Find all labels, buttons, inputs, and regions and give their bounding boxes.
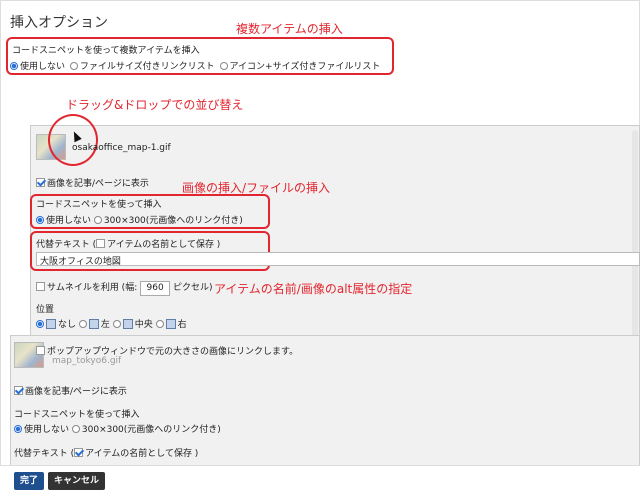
item-filename: osakaoffice_map-1.gif (72, 143, 171, 153)
cancel-button[interactable]: キャンセル (48, 472, 106, 490)
snippet-option-none-2[interactable]: 使用しない (14, 425, 69, 435)
checkbox-icon[interactable] (36, 282, 45, 291)
scrollbar[interactable] (632, 130, 638, 370)
annotation-dragdrop: ドラッグ&ドロップでの並び替え (66, 98, 244, 112)
radio-icon (155, 320, 164, 328)
radio-icon (78, 320, 87, 328)
snippet-option-300-2[interactable]: 300×300(元画像へのリンク付き) (71, 425, 221, 435)
done-button[interactable]: 完了 (14, 472, 45, 490)
thumbnail-option: サムネイルを利用 (幅: 960 ピクセル) (36, 280, 213, 296)
position-none-icon (46, 319, 56, 329)
radio-icon (71, 425, 80, 433)
position-options: なし 左 中央 右 (36, 317, 187, 330)
show-image-option-2[interactable]: 画像を記事/ページに表示 (14, 384, 127, 397)
radio-icon (10, 62, 18, 70)
radio-icon (112, 320, 121, 328)
checkbox-icon (74, 448, 84, 457)
alt-text-input[interactable]: 大阪オフィスの地図 (36, 252, 640, 267)
annotation-alt: アイテムの名前/画像のalt属性の指定 (214, 282, 413, 296)
radio-icon (93, 216, 102, 224)
radio-icon (36, 320, 44, 328)
multi-option-link-list[interactable]: ファイルサイズ付きリンクリスト (69, 62, 215, 72)
position-center[interactable]: 中央 (112, 319, 153, 330)
alt-text-label: 代替テキスト (アイテムの名前として保存 ) (36, 239, 221, 250)
dialog-title: 挿入オプション (10, 15, 108, 31)
position-label: 位置 (36, 305, 55, 315)
show-image-option[interactable]: 画像を記事/ページに表示 (36, 176, 149, 189)
position-none[interactable]: なし (36, 319, 76, 330)
alt-save-as-name-2[interactable]: アイテムの名前として保存 ) (74, 448, 198, 459)
thumbnail-width-input[interactable]: 960 (140, 281, 171, 296)
multi-option-none[interactable]: 使用しない (10, 62, 65, 72)
snippet-label: コードスニペットを使って挿入 (36, 200, 162, 210)
position-left[interactable]: 左 (78, 319, 110, 330)
multi-insert-options: 使用しない ファイルサイズ付きリンクリスト アイコン+サイズ付きファイルリスト (10, 59, 380, 72)
checkbox-icon (36, 346, 45, 355)
alt-save-as-name[interactable]: アイテムの名前として保存 ) (96, 239, 220, 250)
snippet-option-none[interactable]: 使用しない (36, 216, 91, 226)
multi-insert-label: コードスニペットを使って複数アイテムを挿入 (12, 46, 200, 56)
checkbox-icon (96, 239, 106, 248)
radio-icon (14, 425, 22, 433)
annotation-multi: 複数アイテムの挿入 (236, 22, 343, 36)
alt-text-label-2: 代替テキスト (アイテムの名前として保存 ) (14, 448, 199, 459)
item-2-filename: map_tokyo6.gif (52, 356, 122, 366)
align-right-icon (165, 319, 176, 329)
radio-icon (69, 62, 78, 70)
multi-option-icon-list[interactable]: アイコン+サイズ付きファイルリスト (219, 62, 380, 72)
radio-icon (36, 216, 44, 224)
position-right[interactable]: 右 (155, 319, 187, 330)
checkbox-icon (14, 386, 23, 395)
snippet-options: 使用しない 300×300(元画像へのリンク付き) (36, 213, 243, 226)
radio-icon (219, 62, 228, 70)
align-left-icon (88, 319, 99, 329)
snippet-options-2: 使用しない 300×300(元画像へのリンク付き) (14, 422, 221, 435)
snippet-option-300[interactable]: 300×300(元画像へのリンク付き) (93, 216, 243, 226)
snippet-label-2: コードスニペットを使って挿入 (14, 410, 140, 420)
checkbox-icon (36, 178, 45, 187)
align-center-icon (122, 319, 133, 329)
